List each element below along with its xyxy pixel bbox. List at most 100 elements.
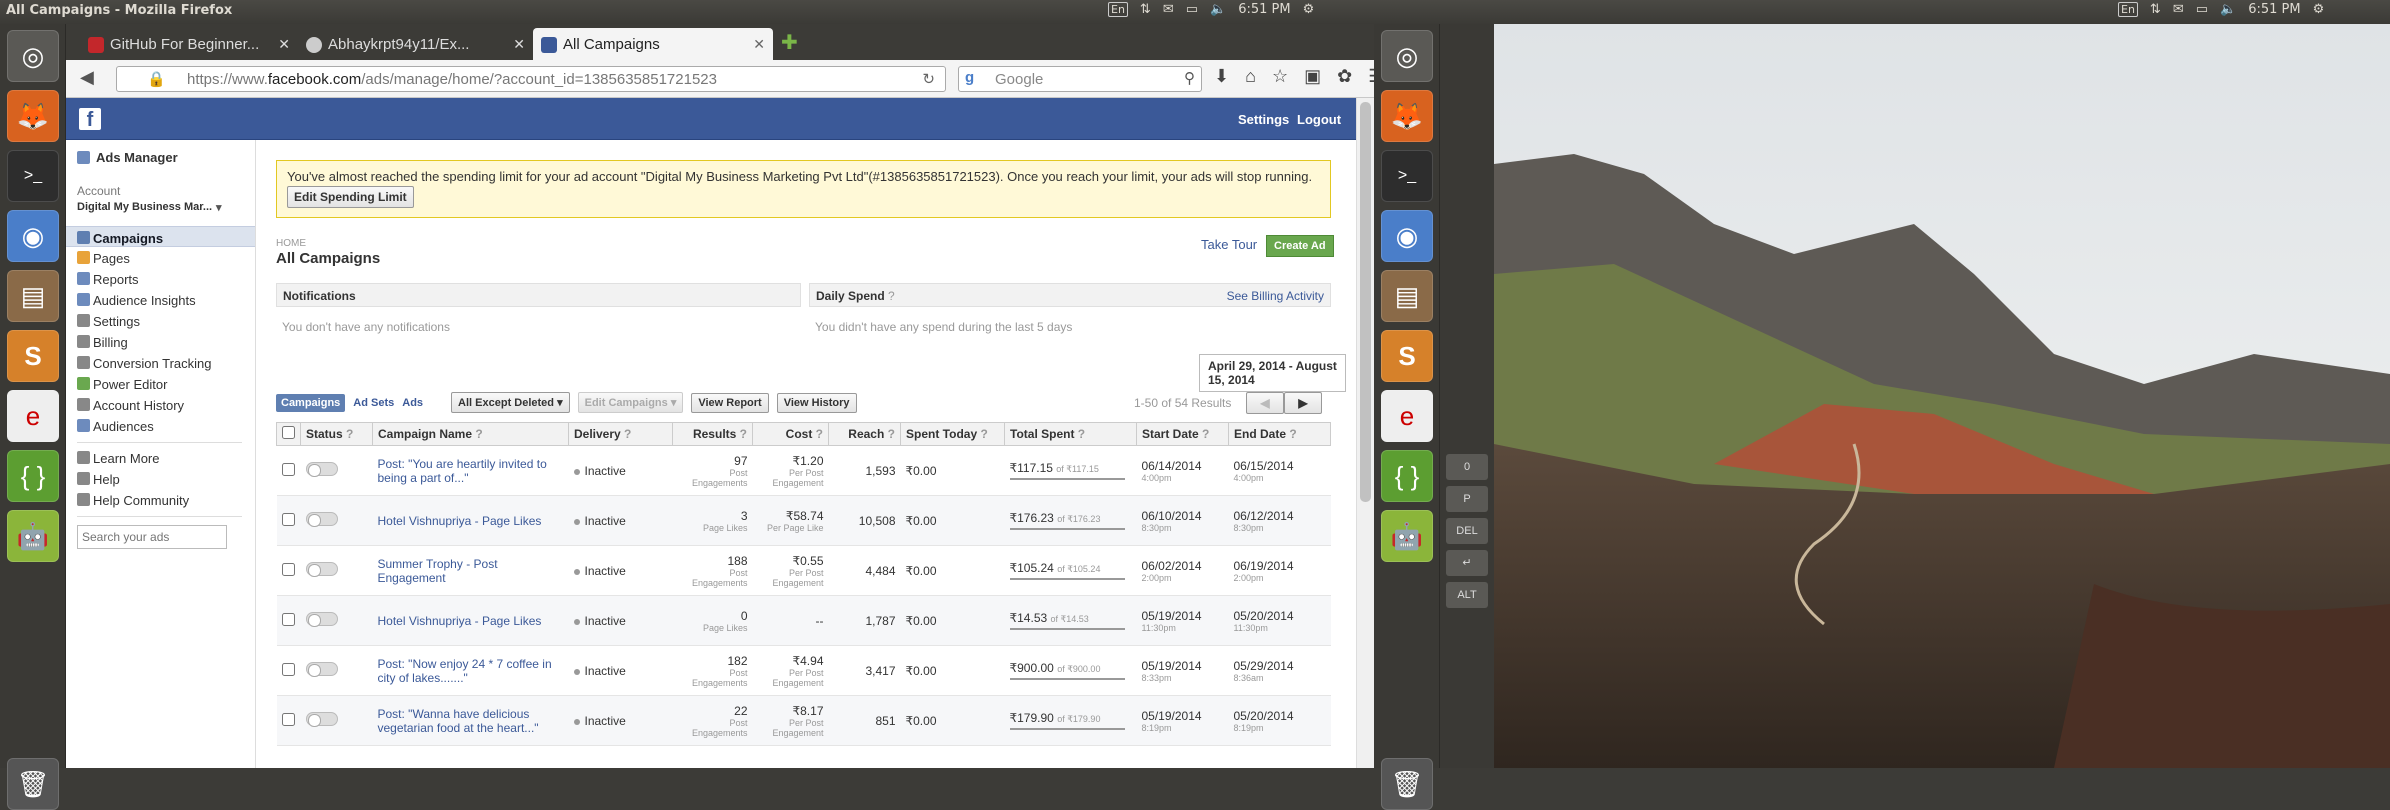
terminal-icon[interactable]: >_ [1381,150,1433,202]
column-header-reach[interactable]: Reach ? [828,422,901,446]
network-icon[interactable]: ⇅ [2150,2,2161,17]
keypad-key[interactable]: ALT [1446,582,1488,608]
tab-ads[interactable]: Ads [402,397,423,409]
keyboard-layout-indicator[interactable]: En [2118,2,2138,17]
help-icon[interactable]: ? [812,427,823,441]
tab-campaigns[interactable]: Campaigns [276,393,346,412]
take-tour-link[interactable]: Take Tour [1201,237,1257,252]
campaign-name-link[interactable]: Hotel Vishnupriya - Page Likes [378,614,542,628]
column-header-spent-today[interactable]: Spent Today ? [900,422,1005,446]
scrollbar-thumb[interactable] [1360,102,1371,502]
brackets-icon[interactable]: { } [7,450,59,502]
close-icon[interactable]: ✕ [278,36,290,53]
volume-icon[interactable]: 🔈 [2220,2,2236,17]
column-header-start-date[interactable]: Start Date ? [1136,422,1229,446]
prev-page-icon[interactable]: ◀ [1246,392,1284,414]
sidebar-item-help-community[interactable]: Help Community [66,489,255,510]
firefox-icon[interactable]: 🦊 [7,90,59,142]
search-field[interactable]: Google g ⚲ [958,66,1202,92]
column-header-end-date[interactable]: End Date ? [1228,422,1331,446]
dash-home-icon[interactable]: ◎ [7,30,59,82]
clock[interactable]: 6:51 PM [1238,2,1290,17]
view-history-button[interactable]: View History [776,392,857,413]
status-toggle[interactable] [305,462,338,477]
sidebar-item-pages[interactable]: Pages [66,247,255,268]
home-icon[interactable]: ⌂ [1245,66,1256,87]
table-row[interactable]: Hotel Vishnupriya - Page Likes Inactive 3 P… [276,495,1331,546]
sidebar-item-billing[interactable]: Billing [66,331,255,352]
filter-dropdown[interactable]: All Except Deleted ▾ [451,392,570,413]
files-icon[interactable]: ▤ [1381,270,1433,322]
search-icon[interactable]: ⚲ [1184,69,1195,87]
create-ad-button[interactable]: Create Ad [1266,235,1334,257]
help-icon[interactable]: ? [1074,427,1085,441]
sidebar-item-audience-insights[interactable]: Audience Insights [66,289,255,310]
column-header-total-spent[interactable]: Total Spent ? [1004,422,1137,446]
bookmarks-icon[interactable]: ▣ [1304,66,1321,87]
campaign-name-link[interactable]: Post: "Wanna have delicious vegetarian f… [378,707,539,735]
sublime-text-icon[interactable]: S [7,330,59,382]
sidebar-item-learn-more[interactable]: Learn More [66,447,255,468]
help-icon[interactable]: ? [343,427,353,441]
ads-manager-title[interactable]: Ads Manager [66,140,255,172]
row-checkbox[interactable] [281,662,295,676]
account-selector[interactable]: Digital My Business Mar... ▾ [66,198,255,226]
campaign-name-link[interactable]: Post: "Now enjoy 24 * 7 coffee in city o… [378,657,552,685]
gear-icon[interactable]: ⚙ [2313,2,2325,17]
row-checkbox[interactable] [281,562,295,576]
sidebar-item-campaigns[interactable]: Campaigns [66,226,255,247]
trash-icon[interactable]: 🗑 [1381,758,1433,810]
bookmark-star-icon[interactable]: ☆ [1272,66,1288,87]
tab-ad-sets[interactable]: Ad Sets [353,397,394,409]
android-icon[interactable]: 🤖 [7,510,59,562]
table-row[interactable]: Hotel Vishnupriya - Page Likes Inactive 0 P… [276,595,1331,646]
status-toggle[interactable] [305,562,338,577]
row-checkbox[interactable] [281,712,295,726]
tab-github-repo[interactable]: Abhaykrpt94y11/Ex... ✕ [298,28,533,60]
help-icon[interactable]: ? [472,427,482,441]
campaign-name-link[interactable]: Summer Trophy - Post Engagement [378,557,498,585]
search-ads-input[interactable] [77,525,227,549]
status-toggle[interactable] [305,512,338,527]
help-icon[interactable]: ? [885,289,895,303]
sidebar-item-reports[interactable]: Reports [66,268,255,289]
brackets-icon[interactable]: { } [1381,450,1433,502]
edit-campaigns-button[interactable]: Edit Campaigns ▾ [577,392,684,413]
view-report-button[interactable]: View Report [691,392,769,413]
column-header-delivery[interactable]: Delivery ? [568,422,673,446]
keyboard-layout-indicator[interactable]: En [1108,2,1128,17]
column-header-results[interactable]: Results ? [672,422,753,446]
row-checkbox[interactable] [281,462,295,476]
files-icon[interactable]: ▤ [7,270,59,322]
help-icon[interactable]: ? [736,427,747,441]
status-toggle[interactable] [305,612,338,627]
campaign-name-link[interactable]: Hotel Vishnupriya - Page Likes [378,514,542,528]
chrome-icon[interactable]: ◉ [1381,210,1433,262]
close-icon[interactable]: ✕ [513,36,525,53]
new-tab-icon[interactable]: ✚ [781,30,798,55]
select-all-checkbox[interactable] [282,426,295,439]
table-row[interactable]: Post: "You are heartily invited to being… [276,445,1331,496]
back-icon[interactable]: ◀ [80,67,94,88]
chrome-icon[interactable]: ◉ [7,210,59,262]
next-page-icon[interactable]: ▶ [1284,392,1322,414]
help-icon[interactable]: ? [884,427,895,441]
tab-github-beginners[interactable]: GitHub For Beginner... ✕ [80,28,298,60]
settings-link[interactable]: Settings [1238,112,1289,127]
campaign-name-link[interactable]: Post: "You are heartily invited to being… [378,457,547,485]
help-icon[interactable]: ? [1286,427,1296,441]
table-row[interactable]: Post: "Wanna have delicious vegetarian f… [276,695,1331,746]
extension-icon[interactable]: ✿ [1337,66,1352,87]
download-icon[interactable]: ⬇ [1214,66,1229,87]
edit-spending-limit-button[interactable]: Edit Spending Limit [287,186,414,208]
page-scrollbar[interactable] [1356,98,1374,768]
url-field[interactable]: https://www.facebook.com/ads/manage/home… [116,66,946,92]
sidebar-item-settings[interactable]: Settings [66,310,255,331]
column-header-cost[interactable]: Cost ? [752,422,829,446]
trash-icon[interactable]: 🗑 [7,758,59,810]
battery-icon[interactable]: ▭ [1186,2,1198,17]
firefox-icon[interactable]: 🦊 [1381,90,1433,142]
see-billing-activity-link[interactable]: See Billing Activity [1227,289,1324,303]
sidebar-item-account-history[interactable]: Account History [66,394,255,415]
google-icon[interactable]: g [965,69,974,86]
